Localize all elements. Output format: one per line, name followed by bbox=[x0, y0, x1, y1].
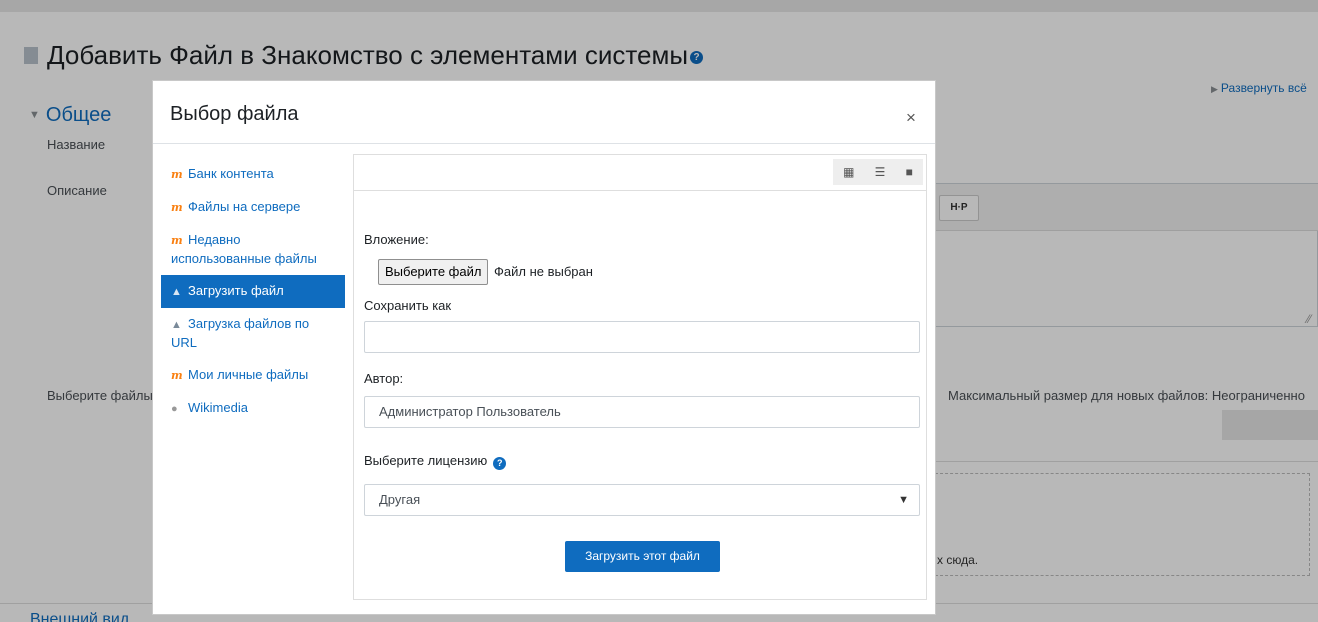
view-switcher: ▦ ☰ ■ bbox=[833, 159, 923, 185]
attachment-label: Вложение: bbox=[364, 232, 429, 247]
author-label: Автор: bbox=[364, 371, 404, 386]
repo-wikimedia[interactable]: ● Wikimedia bbox=[161, 392, 345, 425]
url-download-icon: ▲ bbox=[171, 319, 182, 331]
repo-content-bank[interactable]: m Банк контента bbox=[161, 158, 345, 191]
repo-private-files[interactable]: m Мои личные файлы bbox=[161, 359, 345, 392]
file-picker-toolbar: ▦ ☰ ■ bbox=[354, 155, 926, 191]
repo-server-files[interactable]: m Файлы на сервере bbox=[161, 191, 345, 224]
modal-title: Выбор файла bbox=[170, 103, 299, 125]
folder-view-icon[interactable]: ■ bbox=[906, 165, 913, 179]
moodle-icon: m bbox=[171, 168, 183, 181]
save-as-label: Сохранить как bbox=[364, 298, 452, 313]
moodle-icon: m bbox=[171, 201, 183, 214]
upload-icon: ▲ bbox=[171, 286, 182, 298]
author-input[interactable]: Администратор Пользователь bbox=[364, 396, 920, 428]
choose-file-button[interactable]: Выберите файл bbox=[378, 259, 489, 285]
list-view-icon[interactable]: ☰ bbox=[875, 165, 886, 179]
moodle-icon: m bbox=[171, 234, 183, 247]
license-select[interactable]: Другая ▼ bbox=[364, 484, 920, 516]
file-picker-panel: ▦ ☰ ■ Вложение: Выберите файл Файл не вы… bbox=[353, 154, 927, 600]
modal-header: Выбор файла × bbox=[153, 81, 935, 144]
save-as-input[interactable] bbox=[364, 321, 920, 353]
chevron-down-icon: ▼ bbox=[898, 494, 909, 506]
repo-upload-file[interactable]: ▲ Загрузить файл bbox=[161, 275, 345, 308]
close-icon[interactable]: × bbox=[906, 108, 916, 128]
upload-file-button[interactable]: Загрузить этот файл bbox=[565, 541, 720, 572]
help-icon[interactable]: ? bbox=[493, 457, 507, 470]
repo-url-download[interactable]: ▲ Загрузка файлов по URL bbox=[161, 308, 345, 359]
file-picker-modal: Выбор файла × m Банк контента m Файлы на с… bbox=[152, 80, 936, 615]
wikimedia-icon: ● bbox=[171, 403, 178, 415]
grid-view-icon[interactable]: ▦ bbox=[843, 165, 854, 179]
license-label: Выберите лицензию? bbox=[364, 453, 507, 470]
repository-list: m Банк контента m Файлы на сервере m Недавн… bbox=[161, 158, 345, 425]
file-status-text: Файл не выбран bbox=[494, 264, 593, 279]
moodle-icon: m bbox=[171, 369, 183, 382]
repo-recent-files[interactable]: m Недавно использованные файлы bbox=[161, 224, 345, 275]
